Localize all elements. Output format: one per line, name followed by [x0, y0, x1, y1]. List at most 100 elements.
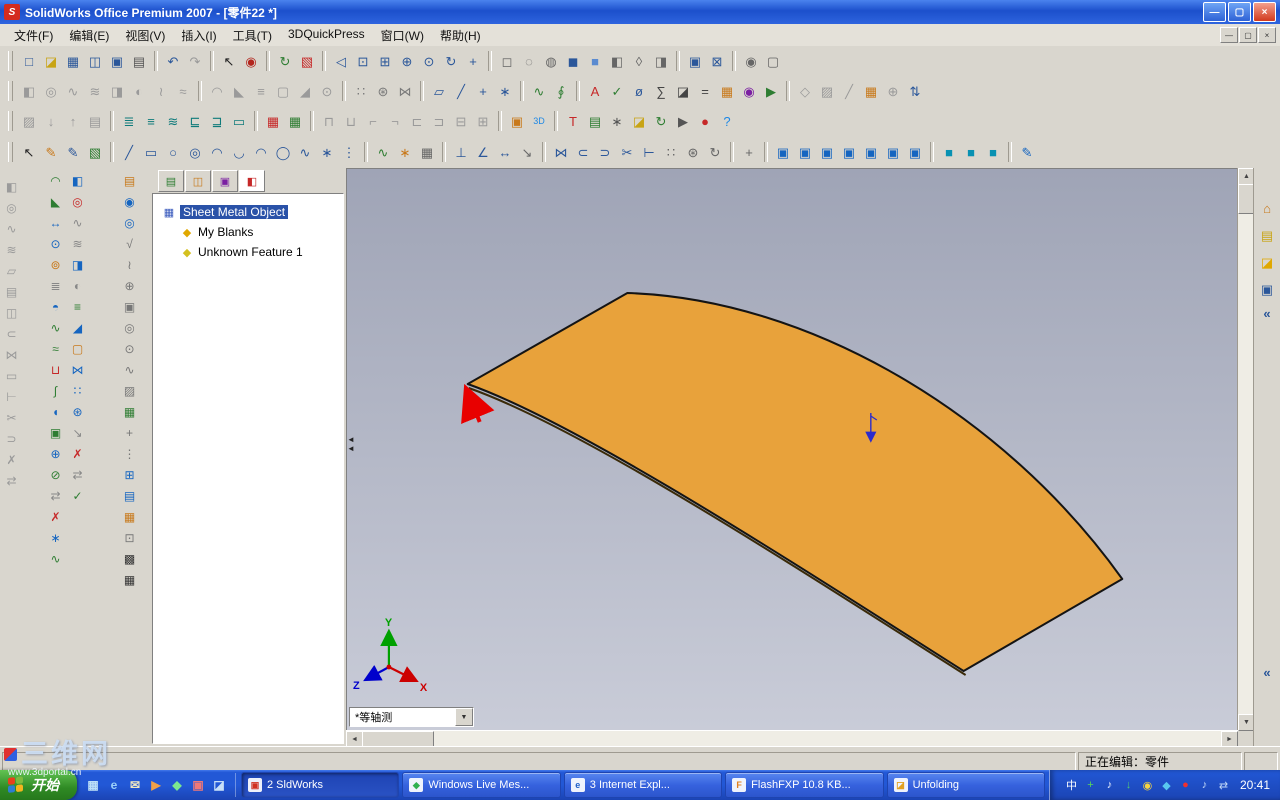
indent-icon[interactable]: ⊔	[45, 359, 66, 380]
messenger-icon[interactable]: ◆	[168, 776, 186, 794]
weld-symbol-icon[interactable]: ≀	[119, 254, 140, 275]
lofted-cut-icon[interactable]: ≈	[172, 80, 194, 102]
print-icon[interactable]: ▤	[128, 50, 150, 72]
quick-tools-icon[interactable]: ▣	[506, 110, 528, 132]
view-front-icon[interactable]: ▣	[772, 141, 794, 163]
surface-revolve-icon[interactable]: ◎	[1, 197, 22, 218]
taskbar-task-button[interactable]: F FlashFXP 10.8 KB...	[725, 772, 884, 798]
bend-up-icon[interactable]: ⌐	[362, 110, 384, 132]
rib-icon[interactable]: ≡	[250, 80, 272, 102]
reference-axis-icon[interactable]: ╱	[450, 80, 472, 102]
surface-extrude-icon[interactable]: ◧	[1, 176, 22, 197]
balloon-icon[interactable]: ◉	[119, 191, 140, 212]
swept-cut-icon[interactable]: ≀	[150, 80, 172, 102]
menu-item-1[interactable]: 编辑(E)	[61, 25, 117, 46]
collapse-pane-bottom-button[interactable]: «	[1263, 665, 1270, 680]
spell-check-icon[interactable]: A	[584, 80, 606, 102]
music-player-icon[interactable]: ♪	[1102, 778, 1117, 793]
move-face-icon[interactable]: ↔	[45, 212, 66, 233]
view-right-icon[interactable]: ▣	[838, 141, 860, 163]
flex-icon[interactable]: ∫	[45, 380, 66, 401]
scroll-right-button[interactable]: ►	[1221, 731, 1238, 747]
circular-pattern-tool-icon[interactable]: ⊛	[67, 401, 88, 422]
view-orientation-combo[interactable]: *等轴测 ▼	[349, 707, 474, 727]
boss-revolve-icon[interactable]: ◎	[67, 191, 88, 212]
collapse-pane-button[interactable]: «	[1263, 306, 1270, 321]
zoom-in-out-icon[interactable]: ⊕	[396, 50, 418, 72]
centerline-icon[interactable]: ⋮	[338, 141, 360, 163]
file-explorer-icon[interactable]: ◪	[1257, 252, 1277, 272]
solidworks-launcher-icon[interactable]: ▣	[189, 776, 207, 794]
flatten-all-icon[interactable]: ≋	[162, 110, 184, 132]
menu-item-6[interactable]: 窗口(W)	[373, 25, 432, 46]
undo-icon[interactable]: ↶	[162, 50, 184, 72]
hole-callout-icon[interactable]: ⊙	[119, 338, 140, 359]
section-properties-icon[interactable]: ◪	[672, 80, 694, 102]
wireframe-icon[interactable]: ◻	[496, 50, 518, 72]
form-tool-a-icon[interactable]: ⊏	[406, 110, 428, 132]
table-annotation-icon[interactable]: ⊞	[119, 464, 140, 485]
shaded-icon[interactable]: ■	[584, 50, 606, 72]
display-cube-hidden-icon[interactable]: ■	[960, 141, 982, 163]
qq-tray-icon[interactable]: ●	[1178, 778, 1193, 793]
dq-import-icon[interactable]: ↓	[40, 110, 62, 132]
fillet-feature-icon[interactable]: ◠	[45, 170, 66, 191]
macro-run-icon[interactable]: ▶	[672, 110, 694, 132]
child-restore-button[interactable]: ▢	[1239, 27, 1257, 43]
3d-sketch-icon[interactable]: ✎	[62, 141, 84, 163]
revision-cloud-icon[interactable]: ∿	[119, 359, 140, 380]
zoom-previous-icon[interactable]: ◁	[330, 50, 352, 72]
equations-icon[interactable]: =	[694, 80, 716, 102]
punch-lower-icon[interactable]: ⊔	[340, 110, 362, 132]
reference-plane-icon[interactable]: ▱	[428, 80, 450, 102]
deform-icon[interactable]: ≈	[45, 338, 66, 359]
delete-body-icon[interactable]: ✗	[45, 506, 66, 527]
replace-face-icon[interactable]: ⇄	[67, 464, 88, 485]
child-close-button[interactable]: ×	[1258, 27, 1276, 43]
tool-catalog-icon[interactable]: ◪	[628, 110, 650, 132]
helix-spiral-icon[interactable]: ∮	[550, 80, 572, 102]
datum-target-icon[interactable]: ◎	[119, 317, 140, 338]
messenger-tray-icon[interactable]: ◆	[1159, 778, 1174, 793]
selection-filter-icon[interactable]: ◉	[240, 50, 262, 72]
sketch-settings-icon[interactable]: ▧	[84, 141, 106, 163]
view-orientation-icon[interactable]: ▣	[684, 50, 706, 72]
note-annotation-icon[interactable]: ▤	[119, 170, 140, 191]
open-icon[interactable]: ◪	[40, 50, 62, 72]
mirror-tool-icon[interactable]: ⋈	[67, 359, 88, 380]
view-bottom-icon[interactable]: ▣	[882, 141, 904, 163]
verify-check-icon[interactable]: ✓	[67, 485, 88, 506]
extruded-boss-icon[interactable]: ◧	[18, 80, 40, 102]
horizontal-scroll-thumb[interactable]	[362, 731, 434, 747]
menu-item-4[interactable]: 工具(T)	[225, 25, 280, 46]
modify-sketch-icon[interactable]: ↻	[704, 141, 726, 163]
freeform-icon[interactable]: ∿	[45, 317, 66, 338]
dq-report-icon[interactable]: ▤	[84, 110, 106, 132]
unfold-step-icon[interactable]: ≡	[140, 110, 162, 132]
geometric-tolerance-icon[interactable]: ⊕	[119, 275, 140, 296]
cd-burner-icon[interactable]: ◉	[1140, 778, 1155, 793]
3point-arc-icon[interactable]: ◠	[250, 141, 272, 163]
surface-delete-icon[interactable]: ✗	[1, 449, 22, 470]
trim-entities-icon[interactable]: ✂	[616, 141, 638, 163]
maximize-button[interactable]: ▢	[1228, 2, 1251, 22]
tangent-arc-icon[interactable]: ◡	[228, 141, 250, 163]
menu-item-3[interactable]: 插入(I)	[173, 25, 224, 46]
simple-hole-icon[interactable]: ⊙	[45, 233, 66, 254]
taskbar-task-button[interactable]: ◆ Windows Live Mes...	[402, 772, 561, 798]
redo-icon[interactable]: ↷	[184, 50, 206, 72]
cut-revolve-icon[interactable]: ◐	[67, 275, 88, 296]
instant3d-icon[interactable]: ◇	[794, 80, 816, 102]
form-tool-b-icon[interactable]: ⊐	[428, 110, 450, 132]
spline-icon[interactable]: ∿	[294, 141, 316, 163]
solidworks-resources-icon[interactable]: ⌂	[1257, 198, 1277, 218]
wrap-icon[interactable]: ◖	[45, 401, 66, 422]
surface-trim-icon[interactable]: ✂	[1, 407, 22, 428]
hole-wizard-tool-icon[interactable]: ⊚	[45, 254, 66, 275]
rotate-view-icon[interactable]: ↻	[440, 50, 462, 72]
make-assembly-icon[interactable]: ▣	[106, 50, 128, 72]
start-button[interactable]: 开始	[0, 770, 77, 800]
3d-view-export-icon[interactable]: 3D	[528, 110, 550, 132]
strip-layout-icon[interactable]: ▦	[284, 110, 306, 132]
mass-properties-icon[interactable]: ∑	[650, 80, 672, 102]
